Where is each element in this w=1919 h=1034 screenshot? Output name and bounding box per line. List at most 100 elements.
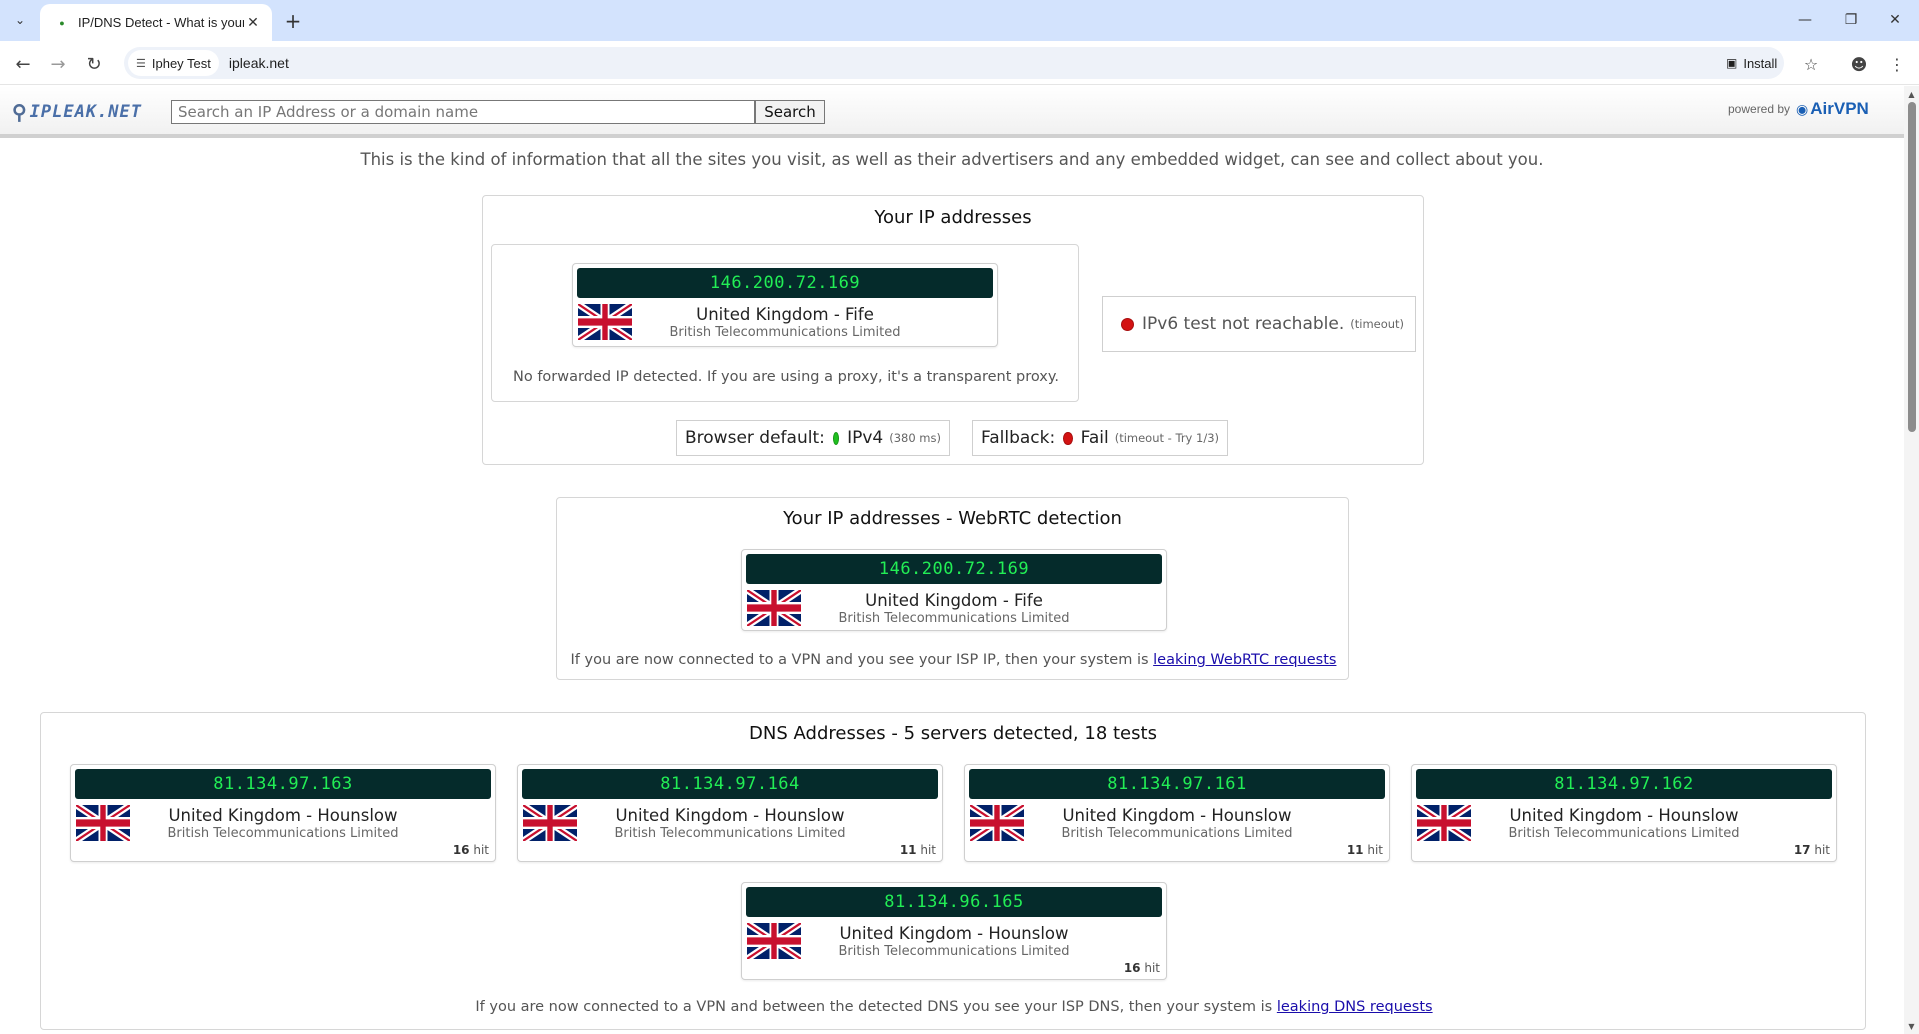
dns-panel: DNS Addresses - 5 servers detected, 18 t… (40, 712, 1866, 1030)
ip-isp: British Telecommunications Limited (669, 325, 901, 340)
minimize-icon[interactable]: — (1782, 6, 1828, 34)
ipv4-card: 146.200.72.169 United Kingdom - Fife Bri… (572, 263, 998, 347)
dns-isp: British Telecommunications Limited (614, 826, 846, 841)
webrtc-leak-link[interactable]: leaking WebRTC requests (1153, 652, 1336, 668)
browser-default-value: IPv4 (847, 428, 884, 448)
dns-hits: 16 hit (453, 843, 489, 857)
tab-list-icon[interactable]: ⌄ (8, 8, 32, 32)
address-bar[interactable]: ☰ Iphey Test ipleak.net (124, 47, 1784, 79)
dns-isp: British Telecommunications Limited (167, 826, 399, 841)
dns-hit-count: 11 (1346, 843, 1364, 857)
install-icon: ▣ (1726, 56, 1738, 70)
webrtc-ip-isp: British Telecommunications Limited (838, 611, 1070, 626)
site-logo[interactable]: ⚲ IPLEAK.NET (12, 100, 142, 124)
ip-panel-title: Your IP addresses (874, 207, 1032, 228)
dns-server-card: 81.134.97.162 United Kingdom - Hounslow … (1411, 764, 1837, 862)
browser-default-dot (832, 431, 840, 445)
dns-leak-link[interactable]: leaking DNS requests (1277, 999, 1433, 1015)
ipv6-status-box: IPv6 test not reachable. (timeout) (1102, 296, 1416, 352)
dns-ip-address: 81.134.96.165 (746, 887, 1162, 917)
tab-title: IP/DNS Detect - What is your IP (78, 15, 244, 30)
site-favicon-icon: ● (59, 17, 65, 28)
dns-hit-count: 16 (1123, 961, 1141, 975)
ip-location: United Kingdom - Fife (696, 305, 874, 324)
browser-default-detail: (380 ms) (889, 431, 941, 445)
new-tab-icon[interactable]: + (280, 8, 306, 34)
dns-location: United Kingdom - Hounslow (839, 924, 1069, 943)
profile-icon[interactable]: ☻ (1846, 51, 1872, 77)
dns-hit-count: 11 (899, 843, 917, 857)
bookmark-star-icon[interactable]: ☆ (1798, 51, 1824, 77)
ipv6-status-dot (1121, 317, 1134, 331)
webrtc-panel: Your IP addresses - WebRTC detection 146… (556, 497, 1349, 680)
dns-note-text: If you are now connected to a VPN and be… (475, 999, 1273, 1015)
dns-location: United Kingdom - Hounslow (615, 806, 845, 825)
fallback-detail: (timeout - Try 1/3) (1114, 431, 1219, 445)
airvpn-name: AirVPN (1810, 99, 1869, 118)
dns-hit-label: hit (1814, 843, 1830, 857)
fallback-box: Fallback: Fail (timeout - Try 1/3) (972, 420, 1228, 456)
window-close-icon[interactable]: ✕ (1872, 6, 1918, 34)
browser-tab[interactable]: ● IP/DNS Detect - What is your IP ✕ (40, 4, 272, 41)
dns-location: United Kingdom - Hounslow (168, 806, 398, 825)
browser-toolbar: ← → ↻ ☰ Iphey Test ipleak.net ▣ Install … (0, 41, 1919, 85)
ipv6-status-detail: (timeout) (1350, 317, 1405, 331)
dns-panel-title: DNS Addresses - 5 servers detected, 18 t… (749, 723, 1157, 744)
install-button[interactable]: ▣ Install (1716, 51, 1787, 75)
scroll-thumb[interactable] (1908, 102, 1916, 432)
ip-address: 146.200.72.169 (577, 268, 993, 298)
site-chip-label: Iphey Test (151, 55, 211, 71)
restore-icon[interactable]: ❐ (1828, 6, 1874, 34)
magnifier-icon: ⚲ (12, 100, 28, 124)
webrtc-panel-title: Your IP addresses - WebRTC detection (783, 508, 1122, 529)
webrtc-note: If you are now connected to a VPN and yo… (557, 652, 1350, 668)
search-button[interactable]: Search (755, 100, 825, 124)
browser-default-box: Browser default: IPv4 (380 ms) (676, 420, 950, 456)
fallback-label: Fallback: (981, 428, 1056, 448)
browser-default-label: Browser default: (685, 428, 825, 448)
dns-location: United Kingdom - Hounslow (1509, 806, 1739, 825)
dns-server-card: 81.134.97.163 United Kingdom - Hounslow … (70, 764, 496, 862)
dns-isp: British Telecommunications Limited (838, 944, 1070, 959)
dns-isp: British Telecommunications Limited (1061, 826, 1293, 841)
forward-icon[interactable]: → (43, 49, 73, 79)
search-input[interactable] (171, 100, 755, 124)
dns-isp: British Telecommunications Limited (1508, 826, 1740, 841)
dns-hits: 11 hit (1347, 843, 1383, 857)
webrtc-ip-card: 146.200.72.169 United Kingdom - Fife Bri… (741, 549, 1167, 631)
intro-text: This is the kind of information that all… (360, 150, 1544, 169)
site-header: ⚲ IPLEAK.NET Search powered by ◉ AirVPN (0, 86, 1904, 138)
url-text[interactable]: ipleak.net (229, 55, 289, 71)
webrtc-ip-location: United Kingdom - Fife (865, 591, 1043, 610)
page-scrollbar[interactable]: ▲ ▼ (1904, 86, 1919, 1034)
dns-hit-count: 16 (452, 843, 470, 857)
forwarded-ip-note: No forwarded IP detected. If you are usi… (513, 369, 1059, 385)
ipv6-status-text: IPv6 test not reachable. (1142, 314, 1345, 334)
scroll-up-icon[interactable]: ▲ (1904, 86, 1919, 102)
powered-by[interactable]: powered by ◉ AirVPN (1728, 99, 1869, 119)
menu-kebab-icon[interactable]: ⋮ (1884, 51, 1910, 77)
site-info-chip[interactable]: ☰ Iphey Test (128, 50, 219, 76)
dns-hit-count: 17 (1793, 843, 1811, 857)
dns-hit-label: hit (1144, 961, 1160, 975)
webrtc-note-text: If you are now connected to a VPN and yo… (570, 652, 1149, 668)
tune-icon: ☰ (136, 57, 146, 70)
fallback-dot (1063, 431, 1073, 445)
reload-icon[interactable]: ↻ (79, 49, 109, 79)
dns-ip-address: 81.134.97.162 (1416, 769, 1832, 799)
dns-ip-address: 81.134.97.161 (969, 769, 1385, 799)
powered-by-label: powered by (1728, 102, 1791, 116)
dns-hits: 17 hit (1794, 843, 1830, 857)
ip-addresses-panel: Your IP addresses 146.200.72.169 United … (482, 195, 1424, 465)
airvpn-logo-icon: ◉ (1796, 100, 1809, 117)
scroll-down-icon[interactable]: ▼ (1904, 1018, 1919, 1034)
dns-server-card: 81.134.97.161 United Kingdom - Hounslow … (964, 764, 1390, 862)
dns-hits: 16 hit (1124, 961, 1160, 975)
dns-ip-address: 81.134.97.164 (522, 769, 938, 799)
back-icon[interactable]: ← (8, 49, 38, 79)
install-label: Install (1743, 55, 1778, 71)
logo-text: IPLEAK.NET (29, 102, 143, 122)
dns-location: United Kingdom - Hounslow (1062, 806, 1292, 825)
close-tab-icon[interactable]: ✕ (244, 14, 262, 32)
fallback-value: Fail (1080, 428, 1109, 448)
